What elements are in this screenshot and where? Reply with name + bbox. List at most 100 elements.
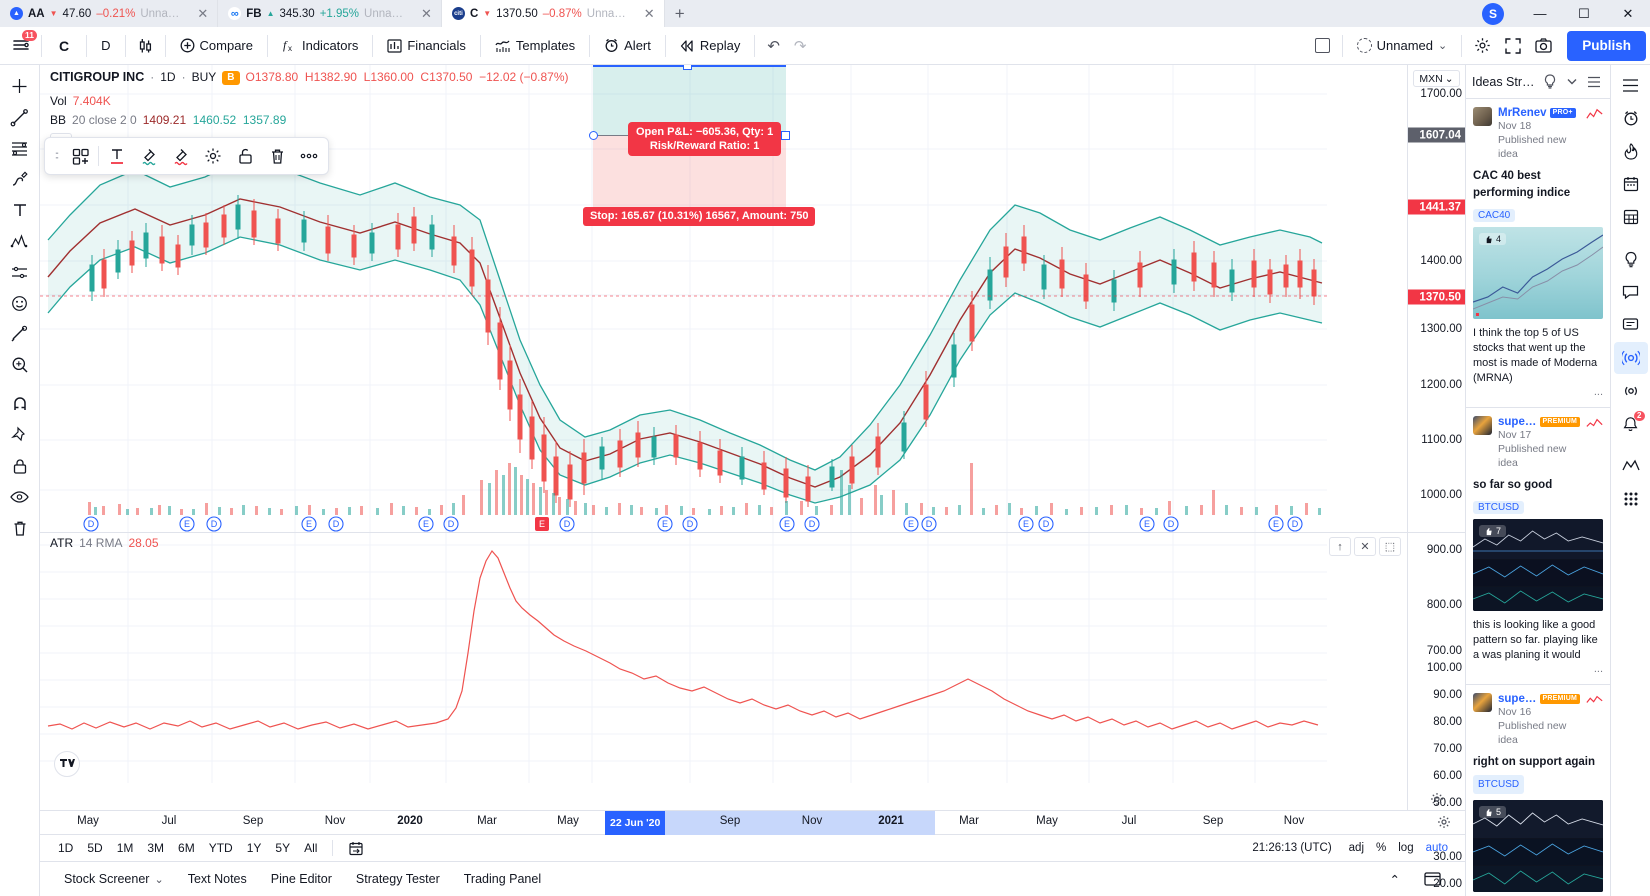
- new-tab-button[interactable]: +: [665, 0, 695, 27]
- strategy-tester-button[interactable]: Strategy Tester: [344, 867, 452, 891]
- add-object-button[interactable]: [64, 140, 96, 172]
- idea-username[interactable]: MrRenev: [1498, 107, 1547, 119]
- prediction-tool[interactable]: [3, 257, 37, 287]
- range-3m[interactable]: 3M: [141, 839, 170, 857]
- notifications-button[interactable]: 2: [1614, 408, 1648, 440]
- pine-editor-button[interactable]: Pine Editor: [259, 867, 344, 891]
- alerts-button[interactable]: [1614, 102, 1648, 134]
- currency-selector[interactable]: MXN ⌄: [1413, 70, 1460, 87]
- user-avatar[interactable]: S: [1482, 2, 1504, 25]
- idea-title[interactable]: CAC 40 best performing indice: [1473, 168, 1603, 202]
- hide-drawings[interactable]: [3, 482, 37, 512]
- entry-handle-right[interactable]: [781, 131, 790, 140]
- idea-bulb-icon[interactable]: [1540, 71, 1559, 93]
- redo-button[interactable]: ↷: [787, 32, 814, 60]
- time-axis[interactable]: 22 Jun '20 May Jul Sep Nov 2020 Mar May …: [40, 810, 1465, 835]
- cross-cursor-tool[interactable]: [3, 71, 37, 101]
- stop-loss-label[interactable]: Stop: 165.67 (10.31%) 16567, Amount: 750: [583, 207, 816, 226]
- idea-thumbnail[interactable]: 4: [1473, 227, 1603, 319]
- idea-more-icon[interactable]: ...: [1473, 663, 1603, 675]
- chart-settings-button[interactable]: [1467, 32, 1498, 60]
- fib-retracement-tool[interactable]: [3, 133, 37, 163]
- public-chats-button[interactable]: [1614, 276, 1648, 308]
- target-handle[interactable]: [683, 65, 692, 70]
- selected-date-badge[interactable]: 22 Jun '20: [605, 811, 666, 835]
- text-notes-button[interactable]: Text Notes: [176, 867, 259, 891]
- trading-panel-button[interactable]: Trading Panel: [452, 867, 553, 891]
- range-ytd[interactable]: YTD: [203, 839, 239, 857]
- idea-more-icon[interactable]: ...: [1473, 386, 1603, 398]
- emoji-tool[interactable]: [3, 288, 37, 318]
- idea-tag[interactable]: CAC40: [1473, 209, 1516, 222]
- adjust-toggle[interactable]: adj: [1344, 840, 1369, 856]
- idea-tag[interactable]: BTCUSD: [1473, 775, 1525, 794]
- brush-tool[interactable]: [3, 164, 37, 194]
- publish-button[interactable]: Publish: [1567, 30, 1646, 61]
- trend-line-tool[interactable]: [3, 102, 37, 132]
- data-window-button[interactable]: [1614, 201, 1648, 233]
- avatar[interactable]: [1473, 693, 1492, 712]
- range-5y[interactable]: 5Y: [269, 839, 296, 857]
- go-to-date-button[interactable]: [342, 839, 370, 858]
- chart-tab-c[interactable]: citi C ▼ 1370.50 –0.87% Unnamed ✕: [441, 0, 665, 27]
- close-icon[interactable]: ✕: [1606, 0, 1650, 27]
- idea-item[interactable]: superkitty PREMIUM Nov 17 Published new …: [1466, 408, 1610, 685]
- lock-object-button[interactable]: [229, 140, 261, 172]
- chart-tab-aa[interactable]: ▲ AA ▼ 47.60 –0.21% Unnamed ✕: [0, 0, 219, 27]
- maximize-pane-icon[interactable]: ⬚: [1379, 537, 1401, 556]
- idea-tag[interactable]: BTCUSD: [1473, 501, 1525, 514]
- chart-type-button[interactable]: [131, 32, 160, 60]
- text-style-button[interactable]: [101, 140, 133, 172]
- maximize-icon[interactable]: ☐: [1562, 0, 1606, 27]
- long-position-tool[interactable]: Open P&L: −605.36, Qty: 1 Risk/Reward Ra…: [583, 65, 816, 275]
- open-pnl-label[interactable]: Open P&L: −605.36, Qty: 1 Risk/Reward Ra…: [628, 122, 782, 156]
- idea-title[interactable]: so far so good: [1473, 477, 1603, 494]
- chart-tab-fb[interactable]: ∞ FB ▲ 345.30 +1.95% Unnamed ✕: [218, 0, 442, 27]
- alert-button[interactable]: Alert: [595, 32, 660, 60]
- price-axis-settings-button[interactable]: [1408, 792, 1465, 806]
- range-1d[interactable]: 1D: [52, 839, 79, 857]
- measure-tool[interactable]: [3, 319, 37, 349]
- financials-button[interactable]: Financials: [378, 32, 475, 60]
- calendar-button[interactable]: [1614, 168, 1648, 200]
- watchlist-button[interactable]: [1614, 69, 1648, 101]
- range-1m[interactable]: 1M: [111, 839, 140, 857]
- fullscreen-button[interactable]: [1498, 32, 1528, 60]
- idea-item[interactable]: MrRenev PRO+ Nov 18 Published new idea C…: [1466, 99, 1610, 408]
- close-icon[interactable]: ✕: [1354, 537, 1376, 556]
- ideas-followed-button[interactable]: [1614, 375, 1648, 407]
- entry-handle-left[interactable]: [589, 131, 598, 140]
- tradingview-logo-icon[interactable]: [54, 751, 80, 777]
- idea-title[interactable]: right on support again BTCUSD: [1473, 754, 1603, 794]
- atr-pane[interactable]: ATR 14 RMA 28.05 ↑ ✕ ⬚: [40, 533, 1407, 810]
- close-icon[interactable]: ✕: [640, 6, 655, 22]
- snapshot-button[interactable]: [1528, 32, 1559, 60]
- replay-button[interactable]: Replay: [671, 32, 749, 60]
- avatar[interactable]: [1473, 416, 1492, 435]
- patterns-tool[interactable]: [3, 226, 37, 256]
- drag-handle-icon[interactable]: ∶∶: [48, 149, 64, 163]
- private-chats-button[interactable]: [1614, 309, 1648, 341]
- delete-object-button[interactable]: [261, 140, 293, 172]
- idea-item[interactable]: superkitty PREMIUM Nov 16 Published new …: [1466, 685, 1610, 896]
- apps-button[interactable]: [1614, 483, 1648, 515]
- menu-button[interactable]: 11: [6, 29, 37, 60]
- minimize-icon[interactable]: —: [1518, 0, 1562, 27]
- zoom-tool[interactable]: [3, 350, 37, 380]
- undo-button[interactable]: ↶: [760, 32, 787, 60]
- range-all[interactable]: All: [298, 839, 323, 857]
- price-axis[interactable]: MXN ⌄ 1700.00 1607.04 1500.00 1441.37 14…: [1407, 65, 1465, 890]
- indicators-button[interactable]: fx Indicators: [273, 32, 367, 60]
- symbol-search-button[interactable]: C: [47, 32, 81, 60]
- idea-thumbnail[interactable]: 5: [1473, 800, 1603, 892]
- pattern-button[interactable]: [1614, 450, 1648, 482]
- close-icon[interactable]: ✕: [417, 6, 432, 22]
- avatar[interactable]: [1473, 107, 1492, 126]
- idea-username[interactable]: superkitty: [1498, 693, 1537, 705]
- layout-button[interactable]: [1308, 32, 1337, 60]
- close-icon[interactable]: ✕: [193, 6, 208, 22]
- templates-button[interactable]: Templates: [486, 32, 584, 60]
- list-view-icon[interactable]: [1585, 71, 1604, 93]
- expand-panel-button[interactable]: ⌃: [1378, 867, 1412, 892]
- main-pane[interactable]: DED EDE DDE DED EDE DED ED E Open P&L: −…: [40, 65, 1407, 532]
